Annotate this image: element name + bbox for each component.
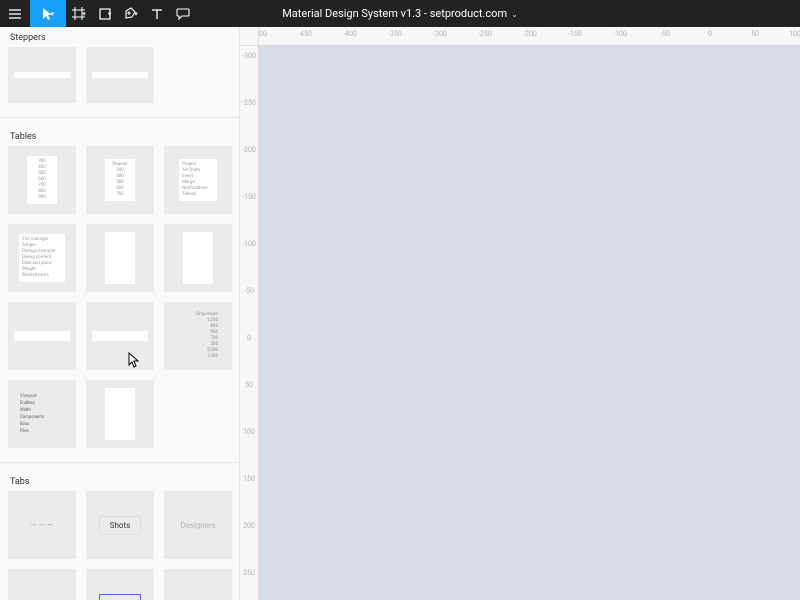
chevron-down-icon: ▾ <box>108 10 112 18</box>
pen-tool-button[interactable]: ▾ <box>118 0 144 27</box>
shape-tool-button[interactable]: ▾ <box>92 0 118 27</box>
canvas-viewport[interactable] <box>259 46 800 600</box>
move-tool-button[interactable]: ▾ <box>30 0 66 27</box>
page-thumb[interactable]: ― ― ― <box>8 491 76 559</box>
page-thumb[interactable]: The managerSimpleDialogs exampleDialog c… <box>8 224 76 292</box>
page-thumb[interactable] <box>86 380 154 448</box>
chevron-down-icon: ⌄ <box>511 10 518 19</box>
page-thumb[interactable] <box>164 224 232 292</box>
page-thumb[interactable] <box>86 302 154 370</box>
page-thumb[interactable]: Shots <box>86 569 154 600</box>
chevron-down-icon: ▾ <box>82 10 86 18</box>
chevron-down-icon: ▾ <box>51 10 55 18</box>
section-header-tables: Tables <box>8 126 231 146</box>
pages-panel[interactable]: Steppers Tables 300400500600700800900 Re… <box>0 27 240 600</box>
canvas[interactable]: -500 -450 -400 -350 -300 -250 -200 -150 … <box>240 27 800 600</box>
main-menu-button[interactable] <box>0 0 30 27</box>
page-thumb[interactable] <box>8 302 76 370</box>
page-thumb[interactable]: ― ― ― ― ― ― <box>8 569 76 600</box>
page-thumb[interactable] <box>86 47 154 103</box>
page-thumb[interactable]: Regular300400500600700 <box>86 146 154 214</box>
ruler-vertical: -300 -250 -200 -150 -100 -50 0 50 100 15… <box>240 46 259 600</box>
chevron-down-icon: ▾ <box>134 10 138 18</box>
page-thumb[interactable]: ProjectAll ChatsEventMargeNotificationsT… <box>164 146 232 214</box>
page-thumb[interactable] <box>86 224 154 292</box>
ruler-horizontal: -500 -450 -400 -350 -300 -250 -200 -150 … <box>240 27 800 46</box>
comment-tool-button[interactable] <box>170 0 196 27</box>
page-thumb[interactable]: Shots <box>86 491 154 559</box>
workspace: Steppers Tables 300400500600700800900 Re… <box>0 27 800 600</box>
section-header-tabs: Tabs <box>8 471 231 491</box>
section-header-steppers: Steppers <box>8 27 231 47</box>
page-thumb[interactable]: Designers <box>164 491 232 559</box>
app-toolbar: ▾ ▾ ▾ ▾ Material Design System v1.3 - se… <box>0 0 800 27</box>
frame-tool-button[interactable]: ▾ <box>66 0 92 27</box>
text-tool-button[interactable] <box>144 0 170 27</box>
page-thumb[interactable]: VineyardEndlessWidthComponentsBossFiles <box>8 380 76 448</box>
page-thumb[interactable]: Drop-down1,2008009007005005,2001,000 <box>164 302 232 370</box>
page-thumb[interactable]: Designers <box>164 569 232 600</box>
page-thumb[interactable]: 300400500600700800900 <box>8 146 76 214</box>
page-thumb[interactable] <box>8 47 76 103</box>
ruler-corner <box>240 27 259 46</box>
